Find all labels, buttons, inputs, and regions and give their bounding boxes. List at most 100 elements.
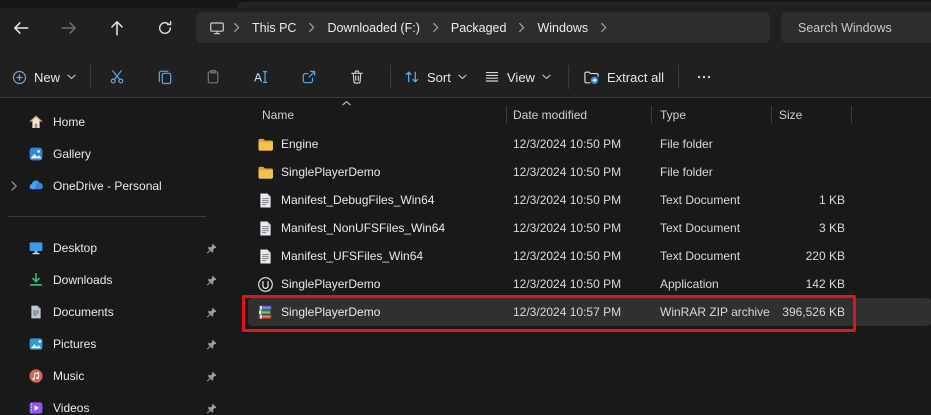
breadcrumb-drive[interactable]: Downloaded (F:) — [323, 19, 423, 37]
navigation-pane: Home Gallery OneDrive - Personal Desktop… — [0, 99, 240, 415]
desktop-icon — [28, 240, 44, 256]
chevron-right-icon[interactable] — [518, 22, 525, 33]
toolbar-separator — [390, 65, 391, 89]
column-header-size[interactable]: Size — [772, 100, 852, 130]
file-name: Manifest_DebugFiles_Win64 — [281, 193, 434, 207]
extract-all-button[interactable]: Extract all — [579, 59, 668, 95]
sidebar-item-pictures[interactable]: Pictures — [0, 328, 240, 360]
text-file-icon — [257, 220, 274, 237]
file-explorer-window: This PC Downloaded (F:) Packaged Windows… — [0, 0, 931, 415]
view-button-label: View — [507, 70, 535, 85]
file-type: Text Document — [660, 193, 740, 207]
copy-icon — [157, 69, 173, 85]
sidebar-item-documents[interactable]: Documents — [0, 296, 240, 328]
file-row[interactable]: Manifest_NonUFSFiles_Win64 12/3/2024 10:… — [248, 214, 931, 242]
sidebar-item-label: Videos — [53, 401, 89, 415]
chevron-down-icon — [542, 74, 551, 80]
chevron-right-icon[interactable] — [600, 22, 607, 33]
toolbar-separator — [90, 65, 91, 89]
chevron-right-icon[interactable] — [432, 22, 439, 33]
folder-icon — [257, 164, 274, 181]
videos-icon — [28, 400, 44, 415]
file-type: Text Document — [660, 221, 740, 235]
file-date-modified: 12/3/2024 10:50 PM — [513, 277, 621, 291]
cut-icon — [109, 69, 125, 85]
view-icon — [484, 69, 500, 85]
file-name: Manifest_NonUFSFiles_Win64 — [281, 221, 445, 235]
pin-icon — [205, 338, 218, 351]
file-row[interactable]: SinglePlayerDemo 12/3/2024 10:50 PM File… — [248, 158, 931, 186]
file-type: Application — [660, 277, 719, 291]
sidebar-item-label: Desktop — [53, 241, 97, 255]
forward-button[interactable] — [53, 12, 85, 44]
rename-button[interactable] — [243, 59, 279, 95]
search-input[interactable]: Search Windows — [781, 12, 931, 43]
view-button[interactable]: View — [480, 59, 555, 95]
home-icon — [28, 114, 44, 130]
see-more-button[interactable] — [686, 59, 722, 95]
cut-button[interactable] — [99, 59, 135, 95]
file-row[interactable]: Engine 12/3/2024 10:50 PM File folder — [248, 130, 931, 158]
sidebar-divider — [8, 216, 206, 217]
delete-button[interactable] — [339, 59, 375, 95]
chevron-down-icon — [67, 74, 76, 80]
search-placeholder: Search Windows — [798, 21, 892, 35]
chevron-right-icon[interactable] — [233, 22, 240, 33]
breadcrumb-packaged[interactable]: Packaged — [447, 19, 511, 37]
header-band: This PC Downloaded (F:) Packaged Windows… — [0, 8, 931, 98]
sidebar-item-home[interactable]: Home — [0, 106, 240, 138]
column-header-type[interactable]: Type — [652, 100, 772, 130]
text-file-icon — [257, 192, 274, 209]
file-date-modified: 12/3/2024 10:50 PM — [513, 249, 621, 263]
refresh-button[interactable] — [149, 12, 181, 44]
file-date-modified: 12/3/2024 10:50 PM — [513, 193, 621, 207]
file-row[interactable]: Manifest_DebugFiles_Win64 12/3/2024 10:5… — [248, 186, 931, 214]
file-name: SinglePlayerDemo — [281, 165, 380, 179]
rename-icon — [253, 69, 269, 85]
share-button[interactable] — [291, 59, 327, 95]
sidebar-item-onedrive-personal[interactable]: OneDrive - Personal — [0, 170, 240, 202]
new-button[interactable]: New — [8, 59, 80, 95]
sidebar-item-desktop[interactable]: Desktop — [0, 232, 240, 264]
this-pc-icon[interactable] — [209, 20, 225, 36]
back-icon — [12, 19, 30, 37]
address-bar[interactable]: This PC Downloaded (F:) Packaged Windows — [196, 12, 770, 43]
breadcrumb-this-pc[interactable]: This PC — [248, 19, 300, 37]
column-header-date-modified[interactable]: Date modified — [507, 100, 652, 130]
file-row[interactable]: Manifest_UFSFiles_Win64 12/3/2024 10:50 … — [248, 242, 931, 270]
column-header-name[interactable]: Name — [248, 100, 507, 130]
file-size: 220 KB — [806, 249, 845, 263]
file-name: Manifest_UFSFiles_Win64 — [281, 249, 423, 263]
tab-strip — [0, 0, 931, 8]
sidebar-item-label: Downloads — [53, 273, 112, 287]
share-icon — [301, 69, 317, 85]
sidebar-item-downloads[interactable]: Downloads — [0, 264, 240, 296]
file-row[interactable]: SinglePlayerDemo 12/3/2024 10:50 PM Appl… — [248, 270, 931, 298]
back-button[interactable] — [5, 12, 37, 44]
copy-button[interactable] — [147, 59, 183, 95]
breadcrumb-windows[interactable]: Windows — [533, 19, 592, 37]
paste-icon — [205, 69, 221, 85]
new-button-label: New — [34, 70, 60, 85]
file-size: 1 KB — [819, 193, 845, 207]
file-type: File folder — [660, 137, 713, 151]
sidebar-item-gallery[interactable]: Gallery — [0, 138, 240, 170]
sort-button[interactable]: Sort — [400, 59, 471, 95]
file-row[interactable]: SinglePlayerDemo 12/3/2024 10:57 PM WinR… — [248, 298, 931, 326]
paste-button[interactable] — [195, 59, 231, 95]
pin-icon — [205, 402, 218, 415]
extract-icon — [583, 69, 600, 86]
forward-icon — [60, 19, 78, 37]
up-button[interactable] — [101, 12, 133, 44]
file-date-modified: 12/3/2024 10:50 PM — [513, 165, 621, 179]
sidebar-item-label: Gallery — [53, 147, 91, 161]
sidebar-item-music[interactable]: Music — [0, 360, 240, 392]
chevron-right-icon[interactable] — [308, 22, 315, 33]
sidebar-item-videos[interactable]: Videos — [0, 392, 240, 415]
pin-icon — [205, 274, 218, 287]
sort-button-label: Sort — [427, 70, 451, 85]
chevron-right-icon[interactable] — [10, 181, 18, 191]
extract-all-label: Extract all — [607, 70, 664, 85]
toolbar-separator — [568, 65, 569, 89]
pin-icon — [205, 242, 218, 255]
